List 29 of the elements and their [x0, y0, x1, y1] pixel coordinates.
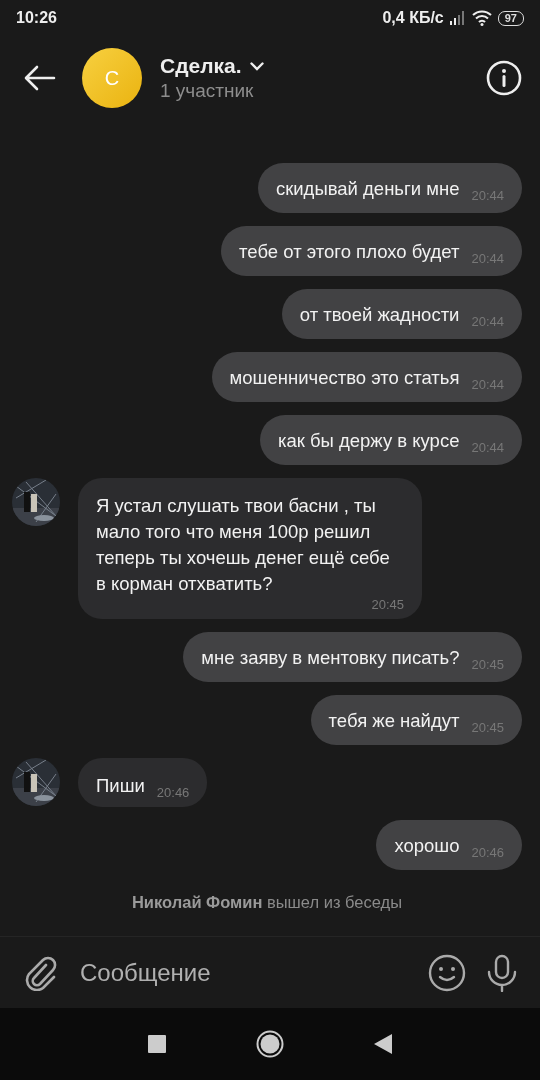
back-nav-button[interactable] — [374, 1034, 392, 1054]
info-button[interactable] — [486, 60, 522, 96]
back-button[interactable] — [24, 65, 56, 91]
message-text: мошенничество это статья — [229, 366, 460, 390]
message-text: тебе от этого плохо будет — [239, 240, 460, 264]
attach-button[interactable] — [24, 954, 58, 991]
chat-title[interactable]: Сделка. — [160, 54, 242, 78]
network-speed: 0,4 КБ/с — [382, 9, 444, 27]
message-text: скидывай деньги мне — [275, 177, 460, 201]
message-text: хорошо — [394, 834, 460, 858]
clock: 10:26 — [16, 9, 57, 27]
message-text: Пиши — [96, 774, 145, 798]
message-time: 20:45 — [370, 597, 404, 613]
wifi-icon — [471, 10, 492, 26]
chevron-down-icon[interactable] — [249, 61, 264, 71]
home-button[interactable] — [256, 1030, 284, 1058]
microphone-button[interactable] — [486, 953, 518, 992]
message-text: тебя же найдут — [328, 709, 460, 733]
message-time: 20:46 — [155, 785, 190, 801]
message-input[interactable]: Сообщение — [78, 957, 408, 988]
message-text: от твоей жадности — [299, 303, 460, 327]
battery-icon: 97 — [497, 10, 524, 26]
message-text: Я устал слушать твои басни , ты мало того что меня 100р решил теперь ты хочешь денег ещё себе в корман отхватить? — [96, 494, 391, 596]
emoji-button[interactable] — [428, 953, 466, 992]
message-text: как бы держу в курсе — [277, 429, 460, 453]
system-notice: Николай Фомин вышел из беседы — [130, 893, 404, 912]
member-count: 1 участник — [160, 80, 255, 102]
signal-icon — [449, 11, 466, 25]
message-text: мне заяву в ментовку писать? — [201, 646, 460, 670]
